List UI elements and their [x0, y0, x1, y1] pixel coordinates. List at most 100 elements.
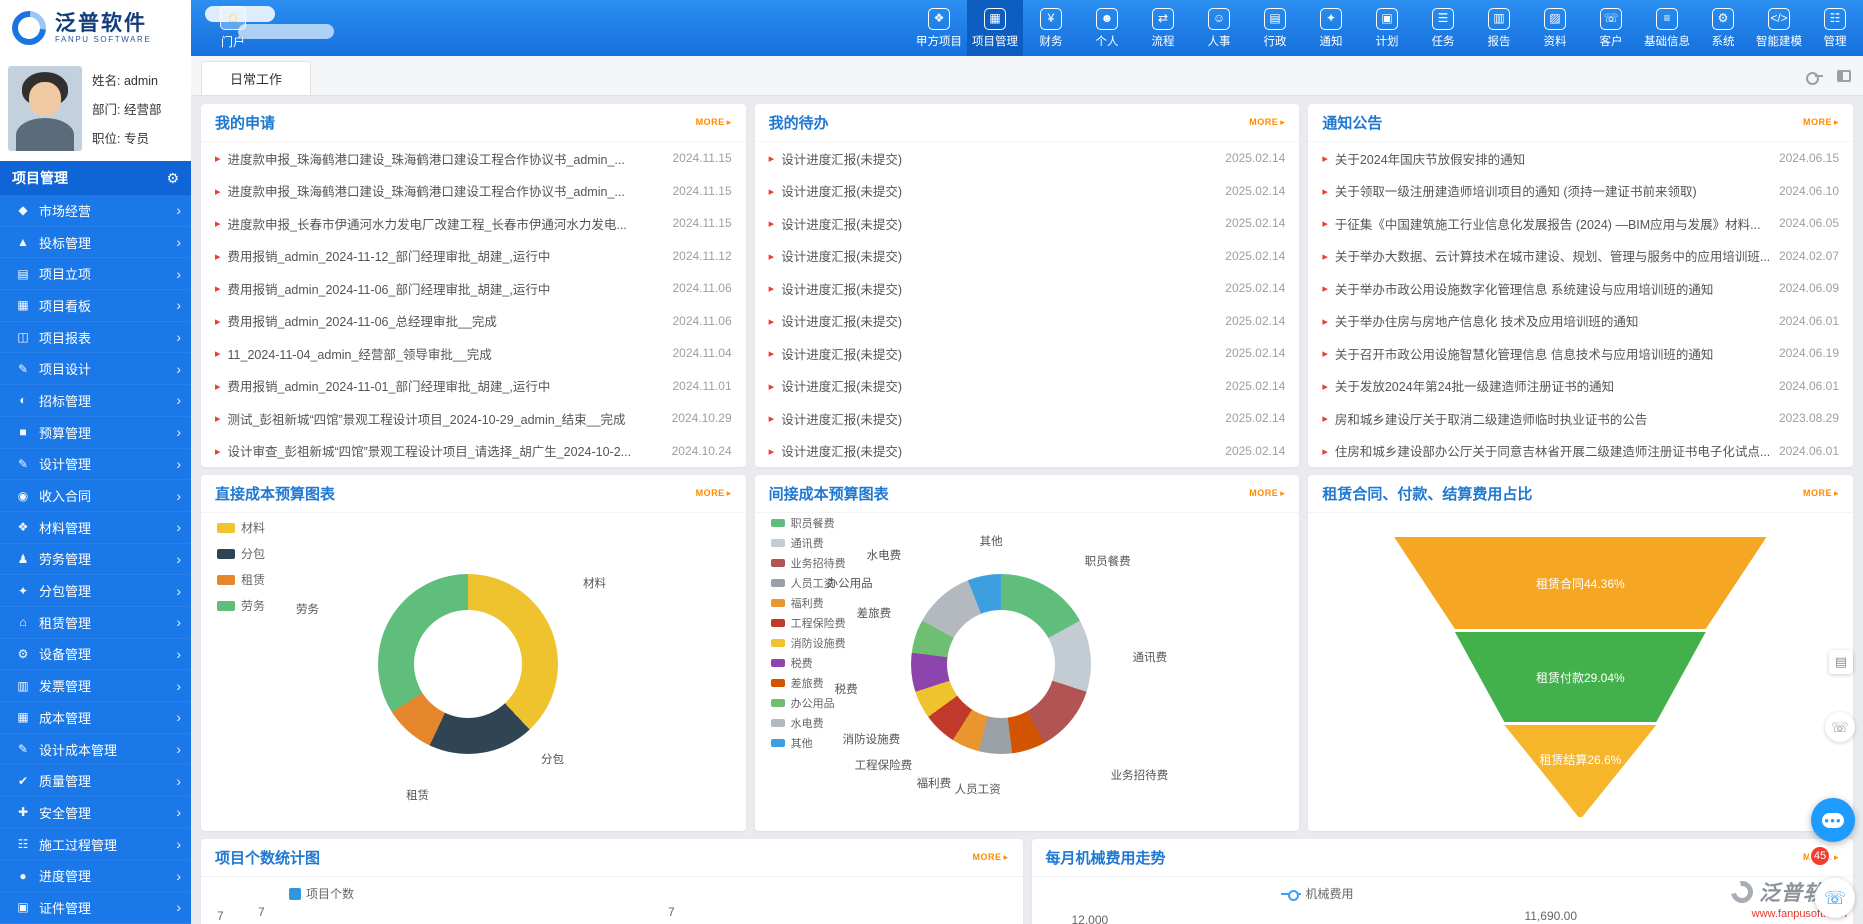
sidebar-item-schedule[interactable]: ●进度管理› [0, 860, 191, 892]
nav-item-client-projects[interactable]: ❖甲方项目 [911, 0, 967, 56]
sidebar-item-subcontract[interactable]: ✦分包管理› [0, 575, 191, 607]
sidebar-item-invoice[interactable]: ▥发票管理› [0, 670, 191, 702]
nav-item-workflow[interactable]: ⇄流程 [1135, 0, 1191, 56]
legend-item[interactable]: 消防设施费 [771, 635, 846, 651]
legend-item[interactable]: 税费 [771, 655, 846, 671]
list-item[interactable]: 关于举办大数据、云计算技术在城市建设、规划、管理与服务中的应用培训班...202… [1322, 240, 1839, 273]
phone-icon[interactable]: ☏ [1815, 878, 1855, 918]
sidebar-item-budget[interactable]: ■预算管理› [0, 417, 191, 449]
nav-item-task[interactable]: ☰任务 [1415, 0, 1471, 56]
list-item[interactable]: 关于举办住房与房地产信息化 技术及应用培训班的通知2024.06.01 [1322, 305, 1839, 338]
list-item[interactable]: 关于召开市政公用设施智慧化管理信息 信息技术与应用培训班的通知2024.06.1… [1322, 337, 1839, 370]
list-item[interactable]: 费用报销_admin_2024-11-06_部门经理审批_胡建_,运行中2024… [215, 272, 732, 305]
list-item[interactable]: 费用报销_admin_2024-11-06_总经理审批__完成2024.11.0… [215, 305, 732, 338]
sidebar-item-quality[interactable]: ✔质量管理› [0, 765, 191, 797]
list-item[interactable]: 设计进度汇报(未提交)2025.02.14 [769, 305, 1286, 338]
sidebar-item-bidding[interactable]: ▲投标管理› [0, 227, 191, 259]
sidebar-item-project-reports[interactable]: ◫项目报表› [0, 322, 191, 354]
list-item[interactable]: 进度款申报_长春市伊通河水力发电厂改建工程_长春市伊通河水力发电...2024.… [215, 207, 732, 240]
sidebar-item-project-kanban[interactable]: ▦项目看板› [0, 290, 191, 322]
sidebar-item-cost[interactable]: ▦成本管理› [0, 702, 191, 734]
sidebar-item-construction-process[interactable]: ☷施工过程管理› [0, 829, 191, 861]
more-button[interactable]: MORE [972, 852, 1008, 863]
legend-item[interactable]: 分包 [217, 545, 265, 562]
legend-item[interactable]: 水电费 [771, 715, 846, 731]
donut-chart[interactable] [911, 574, 1091, 754]
list-item[interactable]: 关于2024年国庆节放假安排的通知2024.06.15 [1322, 142, 1839, 175]
collapse-panel-icon[interactable] [1837, 70, 1851, 82]
sidebar-item-tendering[interactable]: ◐招标管理› [0, 385, 191, 417]
sidebar-item-certificate[interactable]: ▣证件管理› [0, 892, 191, 924]
sidebar-item-market[interactable]: ◆市场经营› [0, 195, 191, 227]
list-item[interactable]: 住房和城乡建设部办公厅关于同意吉林省开展二级建造师注册证书电子化试点...202… [1322, 435, 1839, 468]
funnel-tier[interactable]: 租赁结算26.6% [1390, 725, 1770, 817]
nav-item-administration[interactable]: ▤行政 [1247, 0, 1303, 56]
list-item[interactable]: 关于举办市政公用设施数字化管理信息 系统建设与应用培训班的通知2024.06.0… [1322, 272, 1839, 305]
list-item[interactable]: 设计进度汇报(未提交)2025.02.14 [769, 337, 1286, 370]
list-item[interactable]: 关于发放2024年第24批一级建造师注册证书的通知2024.06.01 [1322, 370, 1839, 403]
nav-item-hr[interactable]: ☺人事 [1191, 0, 1247, 56]
quick-panel-icon[interactable]: ▤ [1829, 650, 1853, 674]
nav-item-personal[interactable]: ☻个人 [1079, 0, 1135, 56]
sidebar-item-design-management[interactable]: ✎设计管理› [0, 449, 191, 481]
nav-item-system[interactable]: ⚙系统 [1695, 0, 1751, 56]
sidebar-item-project-initiation[interactable]: ▤项目立项› [0, 258, 191, 290]
list-item[interactable]: 设计进度汇报(未提交)2025.02.14 [769, 207, 1286, 240]
sidebar-item-income-contract[interactable]: ◉收入合同› [0, 480, 191, 512]
list-item[interactable]: 关于领取一级注册建造师培训项目的通知 (须持一建证书前来领取)2024.06.1… [1322, 175, 1839, 208]
donut-chart[interactable] [378, 574, 558, 754]
nav-item-plan[interactable]: ▣计划 [1359, 0, 1415, 56]
list-item[interactable]: 设计进度汇报(未提交)2025.02.14 [769, 272, 1286, 305]
tab-daily-work[interactable]: 日常工作 [201, 61, 311, 95]
list-item[interactable]: 设计进度汇报(未提交)2025.02.14 [769, 402, 1286, 435]
funnel-tier[interactable]: 租赁付款29.04% [1390, 632, 1770, 722]
nav-item-customer[interactable]: ☏客户 [1583, 0, 1639, 56]
list-item[interactable]: 进度款申报_珠海鹤港口建设_珠海鹤港口建设工程合作协议书_admin_...20… [215, 175, 732, 208]
legend-item[interactable]: 职员餐费 [771, 515, 846, 531]
list-item[interactable]: 测试_彭祖新城“四馆”景观工程设计项目_2024-10-29_admin_结束_… [215, 402, 732, 435]
legend-item[interactable]: 劳务 [217, 597, 265, 614]
list-item[interactable]: 设计进度汇报(未提交)2025.02.14 [769, 175, 1286, 208]
more-button[interactable]: MORE [1249, 117, 1285, 128]
notification-badge[interactable]: 45 [1809, 845, 1831, 867]
more-button[interactable]: MORE [696, 488, 732, 499]
list-item[interactable]: 设计进度汇报(未提交)2025.02.14 [769, 142, 1286, 175]
key-icon[interactable] [1806, 72, 1823, 81]
more-button[interactable]: MORE [1249, 488, 1285, 499]
settings-gear-icon[interactable] [166, 170, 179, 187]
sidebar-item-design-cost[interactable]: ✎设计成本管理› [0, 734, 191, 766]
nav-item-document[interactable]: ▨资料 [1527, 0, 1583, 56]
list-item[interactable]: 费用报销_admin_2024-11-12_部门经理审批_胡建_,运行中2024… [215, 240, 732, 273]
list-item[interactable]: 11_2024-11-04_admin_经营部_领导审批__完成2024.11.… [215, 337, 732, 370]
sidebar-item-material[interactable]: ❖材料管理› [0, 512, 191, 544]
legend-item[interactable]: 其他 [771, 735, 846, 751]
list-item[interactable]: 费用报销_admin_2024-11-01_部门经理审批_胡建_,运行中2024… [215, 370, 732, 403]
nav-item-report[interactable]: ▥报告 [1471, 0, 1527, 56]
legend-item[interactable]: 福利费 [771, 595, 846, 611]
more-button[interactable]: MORE [696, 117, 732, 128]
list-item[interactable]: 设计进度汇报(未提交)2025.02.14 [769, 370, 1286, 403]
sidebar-item-safety[interactable]: ✚安全管理› [0, 797, 191, 829]
nav-item-notification[interactable]: ✦通知 [1303, 0, 1359, 56]
legend-item[interactable]: 租赁 [217, 571, 265, 588]
legend-item[interactable]: 材料 [217, 519, 265, 536]
nav-item-management[interactable]: ☷管理 [1807, 0, 1863, 56]
sidebar-item-labor[interactable]: ♟劳务管理› [0, 544, 191, 576]
legend-item[interactable]: 通讯费 [771, 535, 846, 551]
funnel-tier[interactable]: 租赁合同44.36% [1390, 537, 1770, 629]
nav-item-project-management[interactable]: ▦项目管理 [967, 0, 1023, 56]
legend-item[interactable]: 工程保险费 [771, 615, 846, 631]
nav-item-base-info[interactable]: ≡基础信息 [1639, 0, 1695, 56]
list-item[interactable]: 设计进度汇报(未提交)2025.02.14 [769, 240, 1286, 273]
legend-item[interactable]: 业务招待费 [771, 555, 846, 571]
nav-item-portal[interactable]: 门户 [197, 0, 269, 56]
legend-item[interactable]: 办公用品 [771, 695, 846, 711]
list-item[interactable]: 设计进度汇报(未提交)2025.02.14 [769, 435, 1286, 468]
more-button[interactable]: MORE [1803, 488, 1839, 499]
list-item[interactable]: 于征集《中国建筑施工行业信息化发展报告 (2024) —BIM应用与发展》材料.… [1322, 207, 1839, 240]
nav-item-smart-modeling[interactable]: </>智能建模 [1751, 0, 1807, 56]
sidebar-item-rental[interactable]: ⌂租赁管理› [0, 607, 191, 639]
list-item[interactable]: 房和城乡建设厅关于取消二级建造师临时执业证书的公告2023.08.29 [1322, 402, 1839, 435]
chart-legend[interactable]: 机械费用 [1281, 885, 1354, 902]
sidebar-item-project-design[interactable]: ✎项目设计› [0, 353, 191, 385]
